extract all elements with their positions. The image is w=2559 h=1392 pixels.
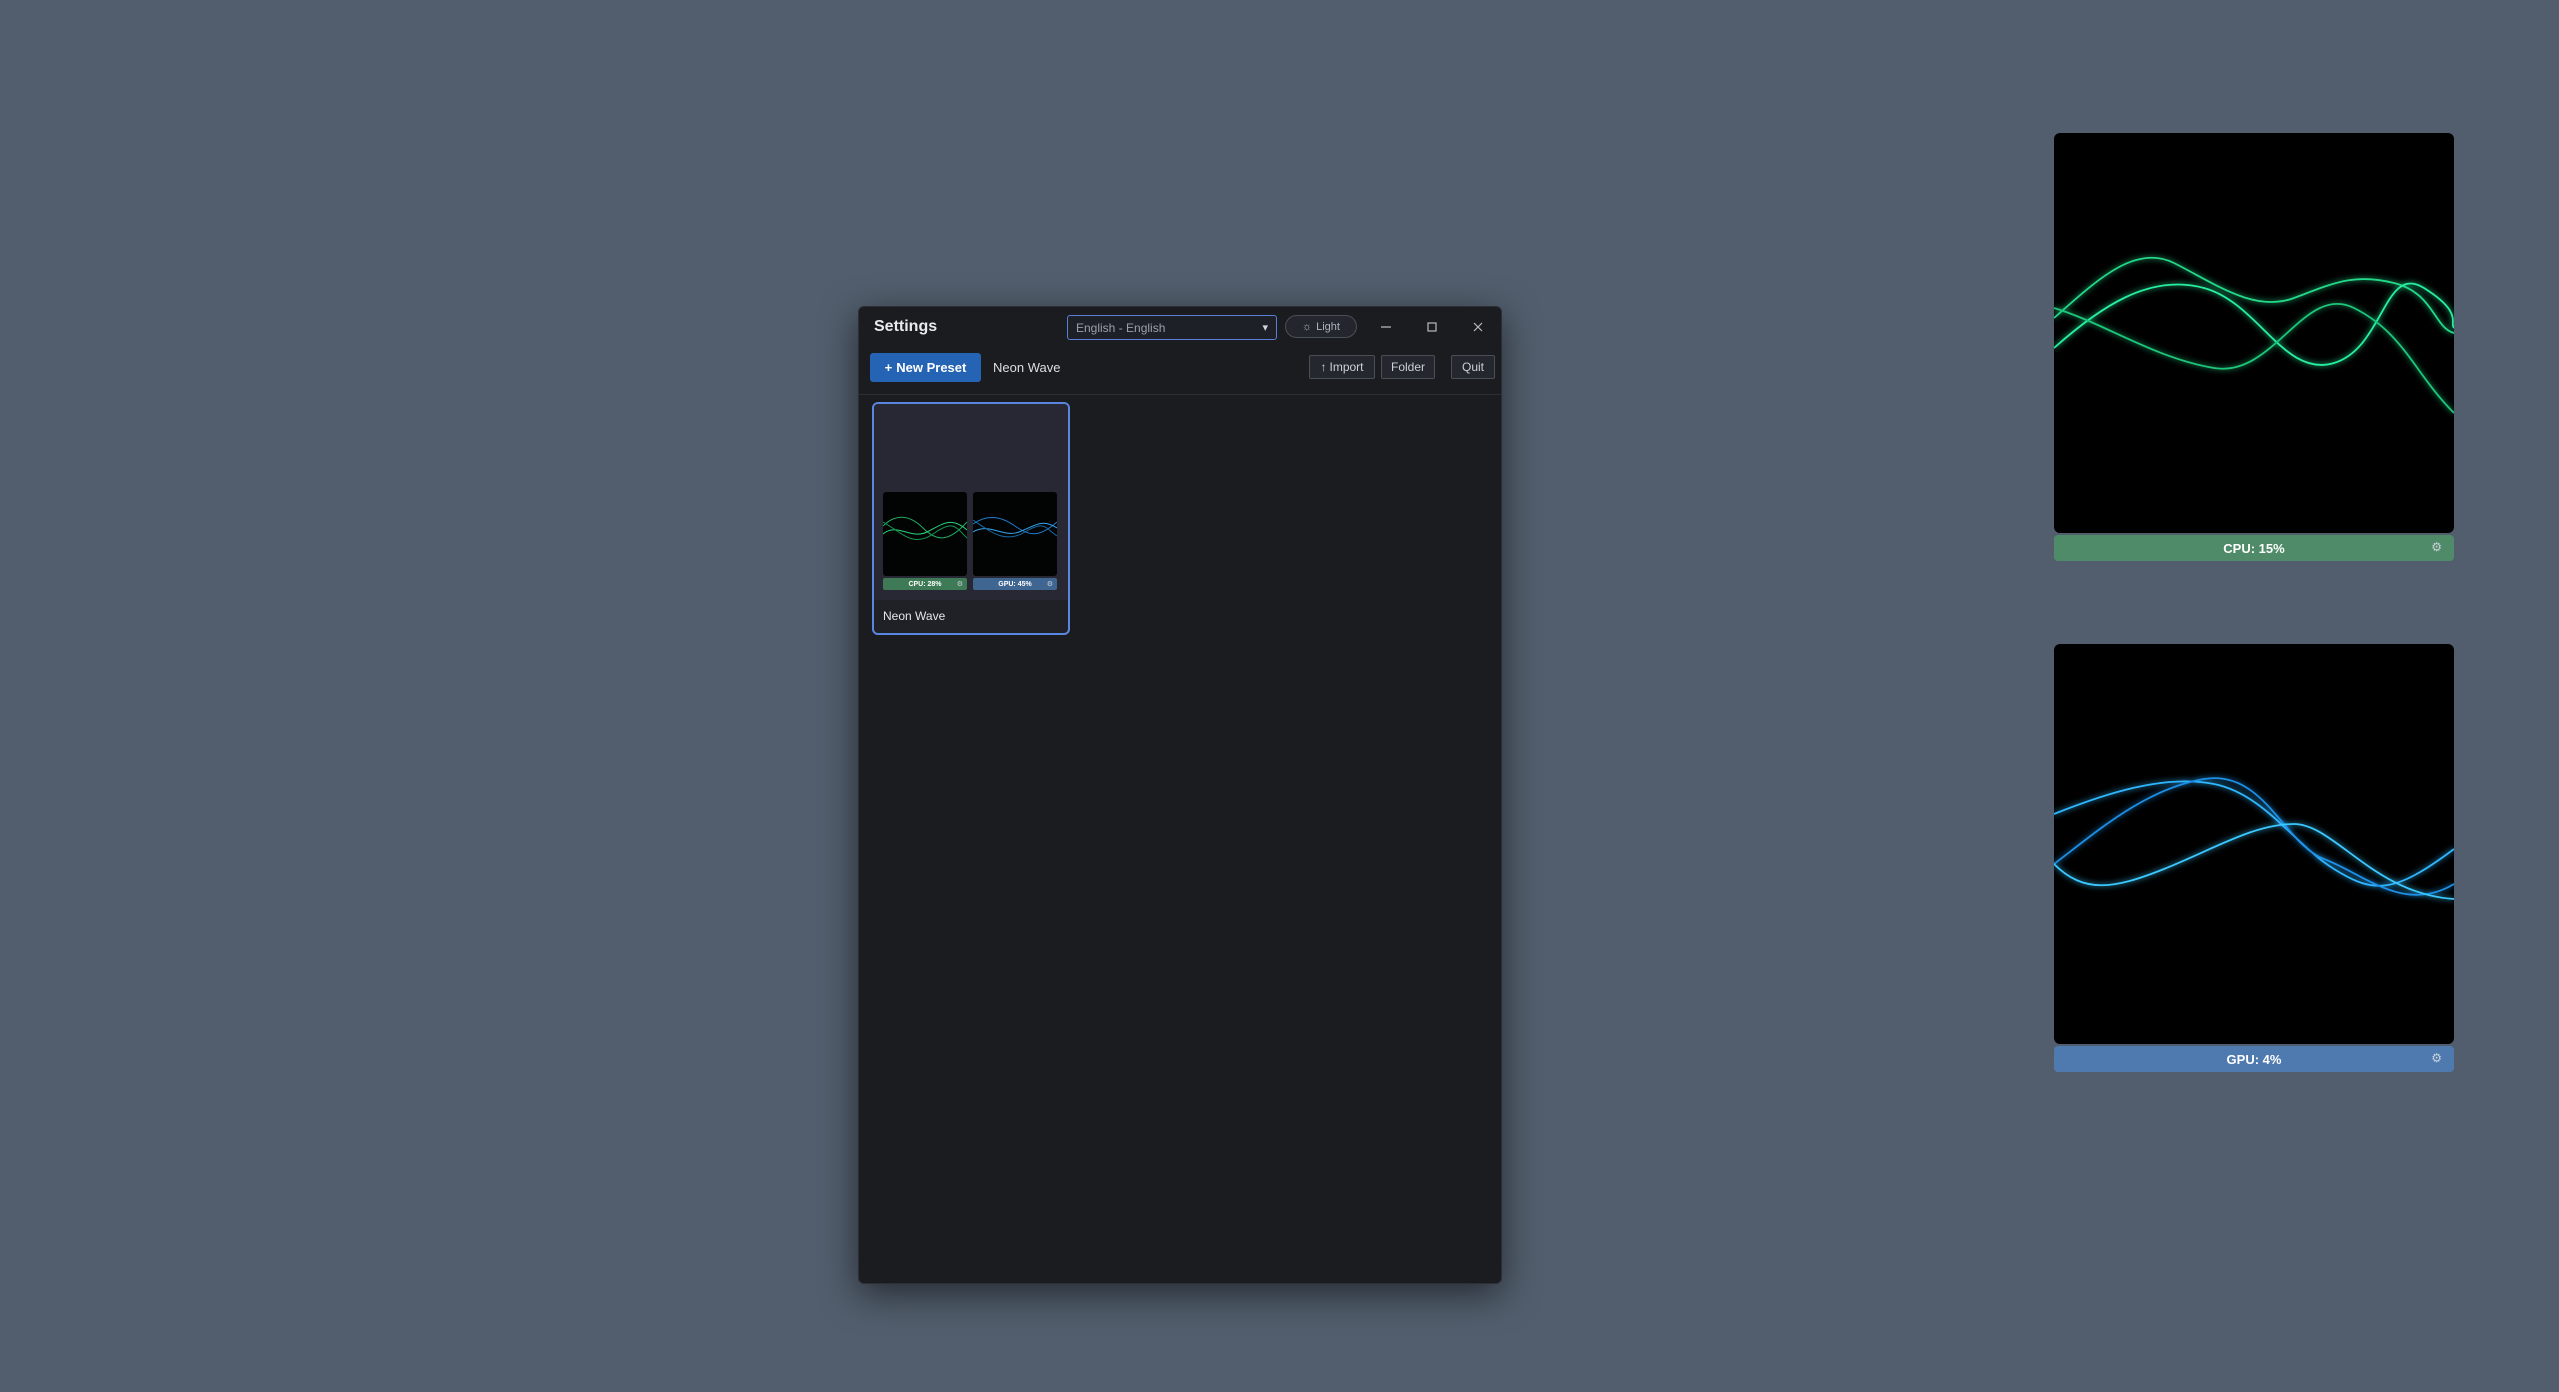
theme-toggle-label: Light: [1316, 320, 1340, 333]
title-bar[interactable]: Settings English - English ▾ ☼ Light: [859, 307, 1501, 347]
window-title: Settings: [874, 318, 938, 335]
new-preset-button[interactable]: + New Preset: [870, 353, 981, 382]
minimize-icon: [1381, 326, 1391, 328]
folder-button[interactable]: Folder: [1381, 355, 1435, 379]
maximize-icon: [1427, 322, 1437, 332]
import-button[interactable]: ↑ Import: [1309, 355, 1375, 379]
maximize-button[interactable]: [1417, 315, 1447, 339]
gear-icon: ⚙: [956, 581, 963, 588]
gpu-usage-label: GPU: 4%: [2226, 1051, 2282, 1067]
gear-icon[interactable]: ⚙: [2431, 1051, 2442, 1065]
preset-cpu-thumbnail: [883, 492, 967, 576]
cpu-usage-bar: CPU: 15% ⚙: [2054, 535, 2454, 561]
new-preset-label: New Preset: [896, 360, 967, 375]
preset-cpu-label: CPU: 28%: [908, 580, 942, 588]
gpu-widget[interactable]: [2054, 644, 2454, 1044]
preset-cpu-bar: CPU: 28% ⚙: [883, 578, 967, 590]
preset-card-name: Neon Wave: [883, 609, 946, 623]
current-preset-name: Neon Wave: [993, 360, 1061, 375]
cpu-wave-visual: [2054, 256, 2454, 414]
minimize-button[interactable]: [1371, 315, 1401, 339]
preset-gpu-bar: GPU: 45% ⚙: [973, 578, 1057, 590]
folder-label: Folder: [1390, 360, 1425, 374]
preset-card[interactable]: CPU: 28% ⚙ GPU: 45% ⚙ Neon Wave: [872, 402, 1070, 635]
quit-label: Quit: [1461, 360, 1484, 374]
plus-icon: +: [884, 360, 893, 375]
gear-icon[interactable]: ⚙: [2431, 540, 2442, 554]
close-icon: [1473, 322, 1483, 332]
gpu-usage-bar: GPU: 4% ⚙: [2054, 1046, 2454, 1072]
close-button[interactable]: [1463, 315, 1493, 339]
preset-gpu-thumbnail: [973, 492, 1057, 576]
preset-gpu-label: GPU: 45%: [998, 580, 1032, 588]
cpu-widget[interactable]: [2054, 133, 2454, 533]
language-select[interactable]: English - English ▾: [1067, 315, 1277, 340]
gear-icon: ⚙: [1046, 581, 1053, 588]
gpu-wave-visual: [2054, 777, 2454, 900]
chevron-down-icon: ▾: [1262, 322, 1268, 334]
quit-button[interactable]: Quit: [1451, 355, 1495, 379]
arrow-up-icon: ↑: [1320, 360, 1327, 374]
sun-icon: ☼: [1302, 320, 1313, 333]
import-label: Import: [1329, 360, 1364, 374]
theme-toggle-button[interactable]: ☼ Light: [1285, 315, 1357, 338]
preset-cpu-wave: [883, 516, 967, 540]
settings-window: Settings English - English ▾ ☼ Light + N…: [858, 306, 1502, 1284]
language-select-value: English - English: [1076, 320, 1166, 335]
cpu-usage-label: CPU: 15%: [2223, 540, 2285, 556]
preset-gpu-wave: [973, 517, 1057, 538]
